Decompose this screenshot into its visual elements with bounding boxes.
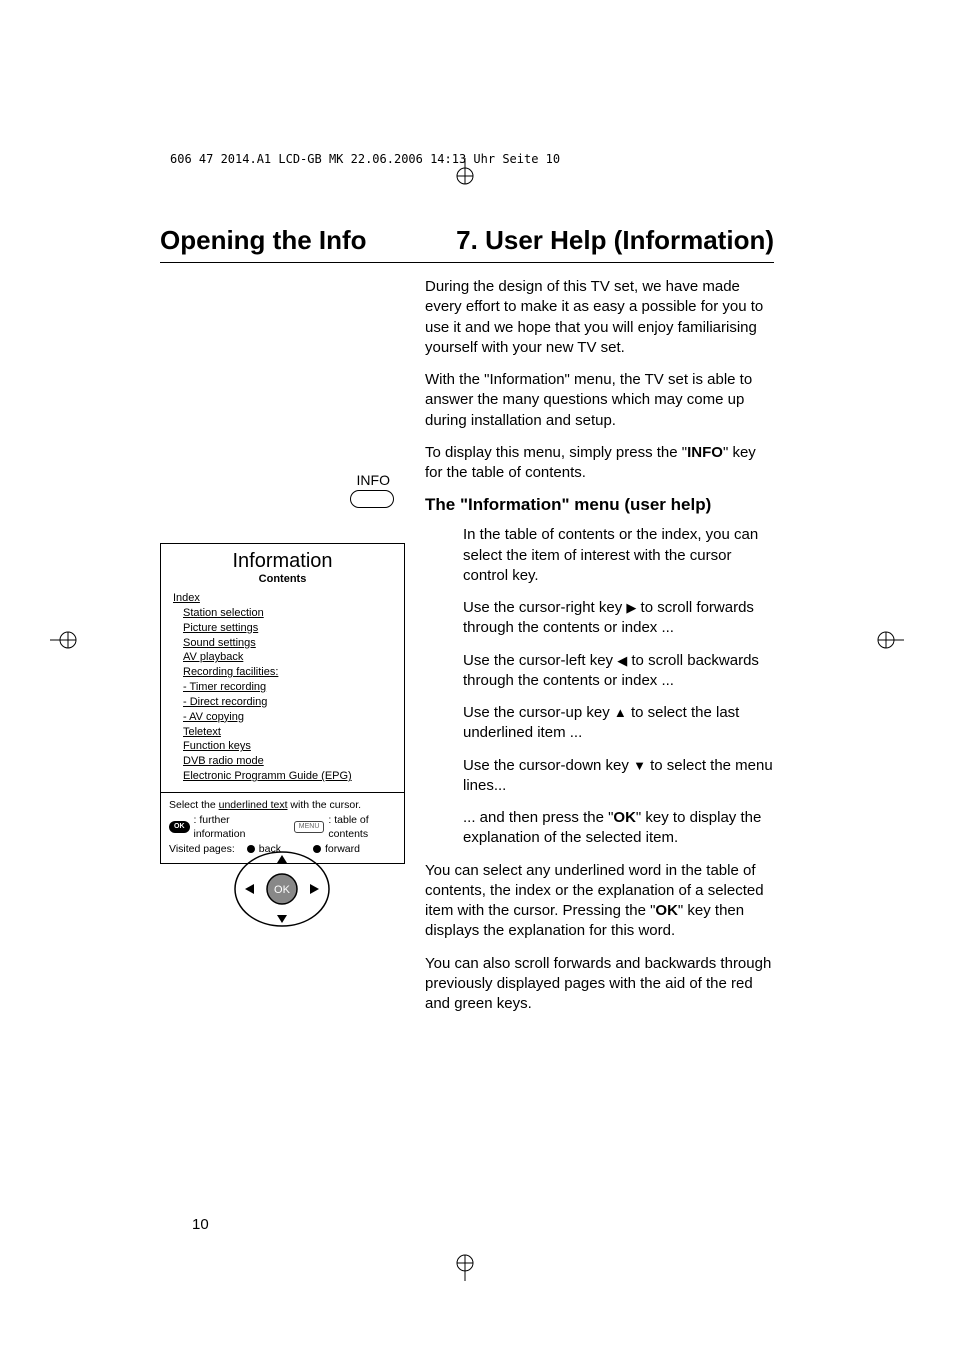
info-label: INFO [357,472,390,488]
menu-item-dvb-radio[interactable]: DVB radio mode [183,754,392,769]
menu-item-index[interactable]: Index [173,591,392,606]
down-arrow-icon: ▼ [633,758,646,773]
menu-title: Information [161,544,404,573]
left-arrow-icon: ◀ [617,653,627,668]
menu-item-picture[interactable]: Picture settings [183,621,392,636]
para-intro-2: With the "Information" menu, the TV set … [425,370,774,431]
menu-item-recording[interactable]: Recording facilities: [183,665,392,680]
ok-badge-icon: OK [169,821,190,833]
para-cursor-down: Use the cursor-down key ▼ to select the … [463,756,774,797]
title-left: Opening the Info [160,225,367,256]
information-menu: Information Contents Index Station selec… [160,543,405,864]
menu-item-av-copying[interactable]: - AV copying [183,710,392,725]
para-scroll-keys: You can also scroll forwards and backwar… [425,954,774,1015]
footer-underlined-text: underlined text [219,799,288,811]
footer-line1a: Select the [169,799,219,811]
footer-visited: Visited pages: [169,842,235,857]
footer-further-info: : further information [194,813,268,842]
footer-line1c: with the cursor. [288,799,362,811]
page-number: 10 [192,1216,209,1233]
para-underlined-word: You can select any underlined word in th… [425,861,774,942]
title-right: 7. User Help (Information) [456,225,774,256]
crop-mark-icon [874,625,904,655]
para-ok-key: ... and then press the "OK" key to displ… [463,808,774,849]
para-cursor-up: Use the cursor-up key ▲ to select the la… [463,703,774,744]
para-cursor-left: Use the cursor-left key ◀ to scroll back… [463,651,774,692]
footer-toc: : table of contents [328,813,396,842]
print-header: 606 47 2014.A1 LCD-GB MK 22.06.2006 14:1… [170,152,560,166]
para-cursor-right: Use the cursor-right key ▶ to scroll for… [463,598,774,639]
menu-item-timer[interactable]: - Timer recording [183,680,392,695]
subheading-info-menu: The "Information" menu (user help) [425,495,774,515]
nav-pad-icon[interactable]: OK [232,849,332,929]
para-toc: In the table of contents or the index, y… [463,525,774,586]
para-intro-1: During the design of this TV set, we hav… [425,277,774,358]
menu-item-av-playback[interactable]: AV playback [183,650,392,665]
menu-item-teletext[interactable]: Teletext [183,725,392,740]
menu-item-function-keys[interactable]: Function keys [183,739,392,754]
menu-item-sound[interactable]: Sound settings [183,636,392,651]
menu-badge-icon: MENU [294,821,325,833]
up-arrow-icon: ▲ [614,705,627,720]
info-button[interactable] [350,490,394,508]
menu-item-direct[interactable]: - Direct recording [183,695,392,710]
title-row: Opening the Info 7. User Help (Informati… [160,225,774,263]
crop-mark-icon [50,625,80,655]
crop-mark-icon [450,158,480,188]
menu-item-epg[interactable]: Electronic Programm Guide (EPG) [183,769,392,784]
right-arrow-icon: ▶ [626,600,636,615]
menu-subtitle: Contents [161,573,404,591]
svg-text:OK: OK [274,884,291,896]
crop-mark-icon [450,1251,480,1281]
para-intro-3: To display this menu, simply press the "… [425,443,774,484]
menu-item-station[interactable]: Station selection [183,606,392,621]
